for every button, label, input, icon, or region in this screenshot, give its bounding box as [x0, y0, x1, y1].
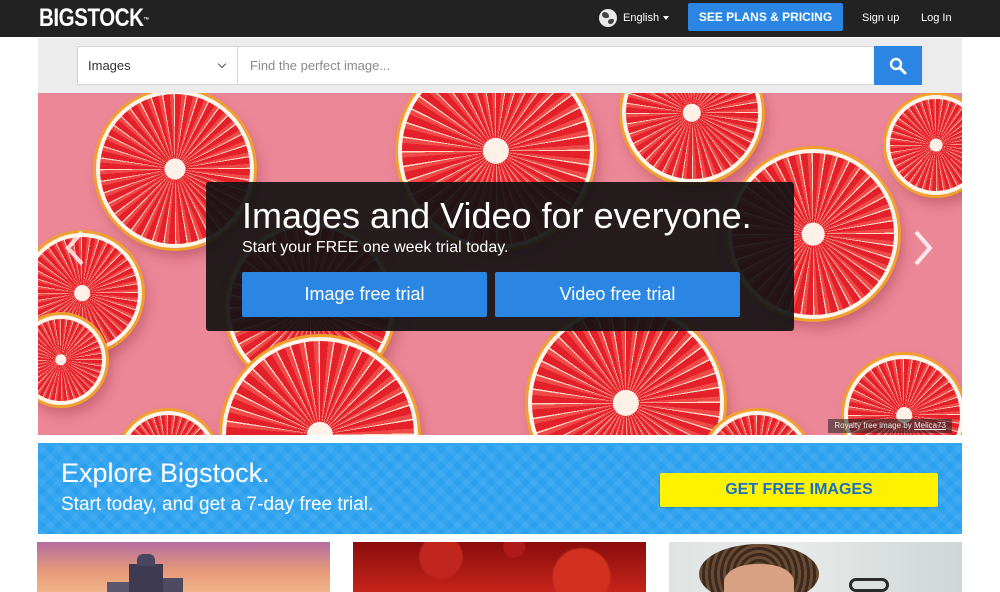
hero-subtitle: Start your FREE one week trial today. — [242, 239, 509, 256]
credit-author-link[interactable]: Melica73 — [914, 421, 946, 430]
globe-icon — [599, 9, 617, 27]
video-free-trial-button[interactable]: Video free trial — [495, 272, 740, 317]
search-input[interactable] — [239, 47, 909, 84]
curly-hair-portrait-thumbnail[interactable] — [669, 542, 962, 592]
media-type-select[interactable]: Images — [78, 47, 238, 84]
grapefruit-slice — [622, 93, 762, 183]
promo-subtitle: Start today, and get a 7-day free trial. — [61, 494, 374, 515]
glasses-shape — [849, 578, 889, 592]
language-label: English — [623, 12, 660, 24]
building-shape — [129, 564, 163, 592]
explore-promo-banner: Explore Bigstock. Start today, and get a… — [38, 443, 962, 534]
caret-down-icon — [663, 16, 670, 20]
hero-banner: Images and Video for everyone. Start you… — [38, 93, 962, 435]
bigstock-logo[interactable]: BIGSTOCK™ — [39, 5, 149, 32]
logo-trademark: ™ — [143, 17, 150, 24]
building-dome-shape — [137, 554, 155, 566]
search-bar-area: Images — [38, 38, 962, 93]
red-virus-particles-thumbnail[interactable] — [353, 542, 646, 592]
city-skyline-sunset-thumbnail[interactable] — [37, 542, 330, 592]
hero-title: Images and Video for everyone. — [242, 195, 752, 236]
logo-text: BIGSTOCK — [39, 4, 144, 32]
chevron-right-icon[interactable] — [908, 228, 938, 268]
search-box: Images — [77, 46, 914, 85]
get-free-images-button[interactable]: GET FREE IMAGES — [660, 473, 938, 507]
image-free-trial-button[interactable]: Image free trial — [242, 272, 487, 317]
hero-overlay-panel: Images and Video for everyone. Start you… — [206, 182, 794, 331]
face-shape — [724, 564, 794, 592]
search-icon — [889, 57, 907, 74]
credit-prefix: Royalty free image by — [834, 421, 912, 430]
grapefruit-slice — [118, 411, 218, 435]
building-shape — [163, 578, 183, 592]
media-type-value: Images — [88, 58, 131, 73]
grapefruit-slice — [886, 95, 962, 195]
chevron-down-icon — [217, 59, 227, 69]
search-button[interactable] — [874, 46, 922, 85]
top-navigation-bar: BIGSTOCK™ English SEE PLANS & PRICING Si… — [0, 0, 1000, 37]
language-selector[interactable]: English — [599, 9, 670, 27]
building-shape — [107, 582, 129, 592]
chevron-left-icon[interactable] — [60, 228, 90, 268]
sign-up-link[interactable]: Sign up — [862, 12, 899, 24]
log-in-link[interactable]: Log In — [921, 12, 952, 24]
image-credit: Royalty free image by Melica73 — [828, 419, 952, 433]
see-plans-pricing-button[interactable]: SEE PLANS & PRICING — [688, 3, 843, 31]
promo-title: Explore Bigstock. — [61, 458, 270, 488]
